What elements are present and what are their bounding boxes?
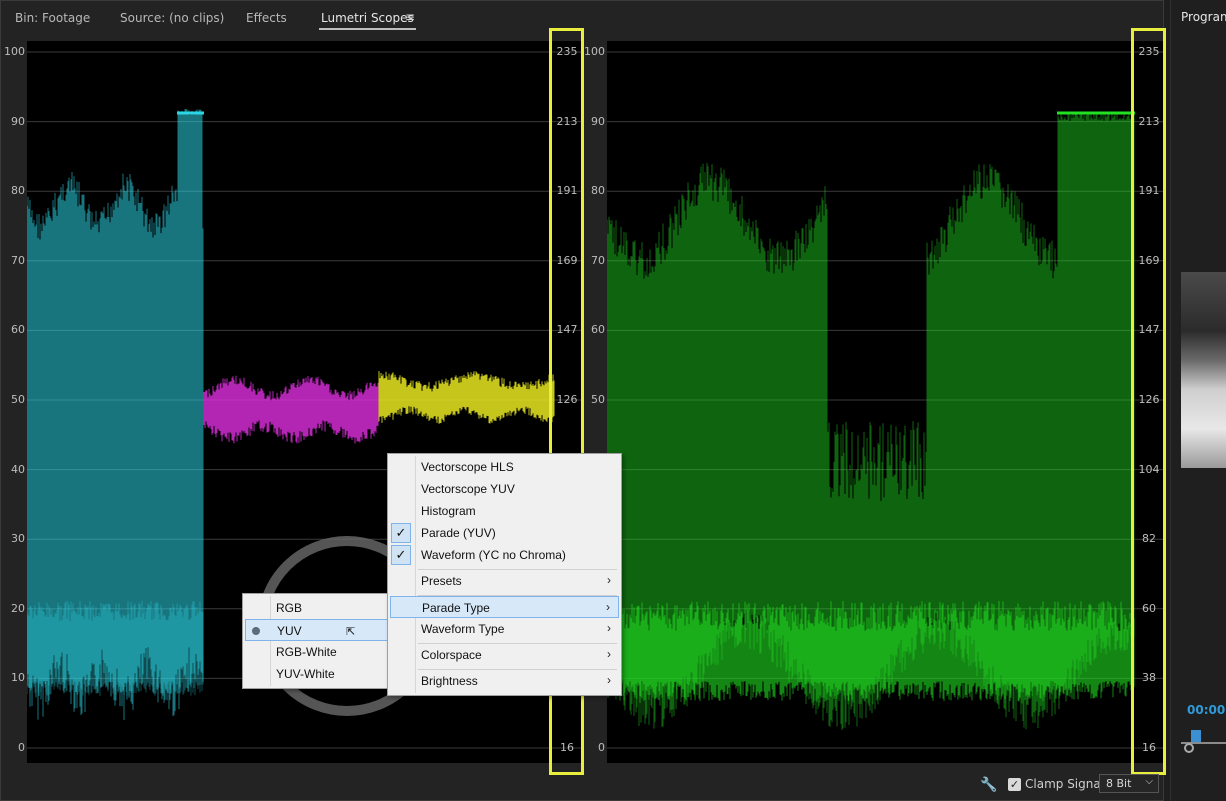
chevron-right-icon: › [607,647,611,661]
parade-u-trace [203,375,379,444]
scale-label-percent: 90 [11,114,25,128]
chevron-right-icon: › [606,600,610,614]
radio-selected-icon [252,627,260,635]
tab-bin-footage[interactable]: Bin: Footage [15,11,90,25]
chevron-down-icon: ⌵ [1145,776,1153,787]
clamp-signal-checkbox[interactable]: ✓ [1008,778,1021,791]
chevron-right-icon: › [607,673,611,687]
scale-label-percent: 100 [4,45,25,58]
waveform-trace-canvas [607,51,1164,749]
mouse-cursor-icon: ⇱ [346,626,356,638]
scale-label-percent: 20 [11,601,25,615]
tab-lumetri-scopes[interactable]: Lumetri Scopes [321,11,414,25]
in-point-handle[interactable] [1184,743,1194,753]
scopes-footer: 🔧 ✓ Clamp Signal 8 Bit ⌵ [1,771,1165,799]
menu-item-label: Parade (YUV) [421,526,496,540]
scopes-context-menu: Vectorscope HLS Vectorscope YUV Histogra… [387,453,622,696]
submenu-item-label: YUV-White [276,667,335,681]
bit-depth-value: 8 Bit [1106,777,1132,790]
waveform-yc-scope [607,41,1164,763]
submenu-item-yuv[interactable]: YUV ⇱ [245,619,388,641]
submenu-item-label: RGB-White [276,645,337,659]
scale-label-percent: 50 [591,393,605,406]
scale-label-percent: 80 [11,184,25,198]
highlight-box-right-scale [1131,28,1166,775]
program-monitor-edge: Program: 00:00: [1170,0,1226,801]
menu-item-label: Presets [421,574,462,588]
submenu-item-rgb-white[interactable]: RGB-White [245,641,388,663]
menu-item-label: Histogram [421,504,476,518]
menu-item-label: Waveform (YC no Chroma) [421,548,566,562]
menu-item-colorspace[interactable]: Colorspace › [390,644,619,666]
active-tab-underline [319,28,416,30]
checkmark-icon: ✓ [391,545,411,565]
menu-item-presets[interactable]: Presets › [390,570,619,592]
scale-label-percent: 60 [591,323,605,337]
menu-item-waveform-yc[interactable]: ✓ Waveform (YC no Chroma) [390,544,619,566]
menu-item-label: Brightness [421,674,478,688]
scale-label-percent: 0 [18,741,25,754]
menu-item-label: Vectorscope HLS [421,460,514,474]
menu-item-brightness[interactable]: Brightness › [390,670,619,692]
program-video-frame [1181,272,1226,468]
menu-item-parade-yuv[interactable]: ✓ Parade (YUV) [390,522,619,544]
menu-item-label: Colorspace [421,648,482,662]
bit-depth-select[interactable]: 8 Bit ⌵ [1099,774,1159,793]
program-monitor-title[interactable]: Program: [1181,10,1226,24]
menu-item-parade-type[interactable]: Parade Type › [390,596,619,618]
parade-v-trace [378,371,555,424]
scale-label-percent: 90 [591,114,605,128]
chevron-right-icon: › [607,621,611,635]
panel-menu-icon[interactable]: ≡ [405,10,415,24]
scale-label-percent: 70 [591,253,605,267]
menu-item-label: Vectorscope YUV [421,482,515,496]
menu-item-histogram[interactable]: Histogram [390,500,619,522]
scale-label-percent: 30 [11,532,25,546]
menu-item-vectorscope-hls[interactable]: Vectorscope HLS [390,456,619,478]
menu-item-waveform-type[interactable]: Waveform Type › [390,618,619,640]
menu-item-label: Parade Type [422,601,490,615]
scale-label-percent: 40 [11,462,25,476]
scale-label-percent: 60 [11,323,25,337]
menu-item-vectorscope-yuv[interactable]: Vectorscope YUV [390,478,619,500]
submenu-item-label: YUV [277,624,302,638]
tab-effects[interactable]: Effects [246,11,287,25]
scale-label-percent: 50 [11,393,25,406]
clamp-signal-label: Clamp Signal [1025,777,1105,791]
checkmark-icon: ✓ [391,523,411,543]
scale-label-percent: 0 [598,741,605,754]
program-timecode[interactable]: 00:00: [1187,703,1226,717]
chevron-right-icon: › [607,573,611,587]
submenu-item-rgb[interactable]: RGB [245,597,388,619]
tab-source[interactable]: Source: (no clips) [120,11,224,25]
submenu-item-label: RGB [276,601,303,615]
parade-type-submenu: RGB YUV ⇱ RGB-White YUV-White [242,593,391,689]
scale-label-percent: 70 [11,253,25,267]
playhead-icon[interactable] [1191,730,1201,742]
scale-label-percent: 80 [591,184,605,198]
wrench-icon[interactable]: 🔧 [980,777,997,793]
scale-label-percent: 10 [11,671,25,685]
scale-label-percent: 100 [584,45,605,58]
menu-item-label: Waveform Type [421,622,505,636]
submenu-item-yuv-white[interactable]: YUV-White [245,663,388,685]
